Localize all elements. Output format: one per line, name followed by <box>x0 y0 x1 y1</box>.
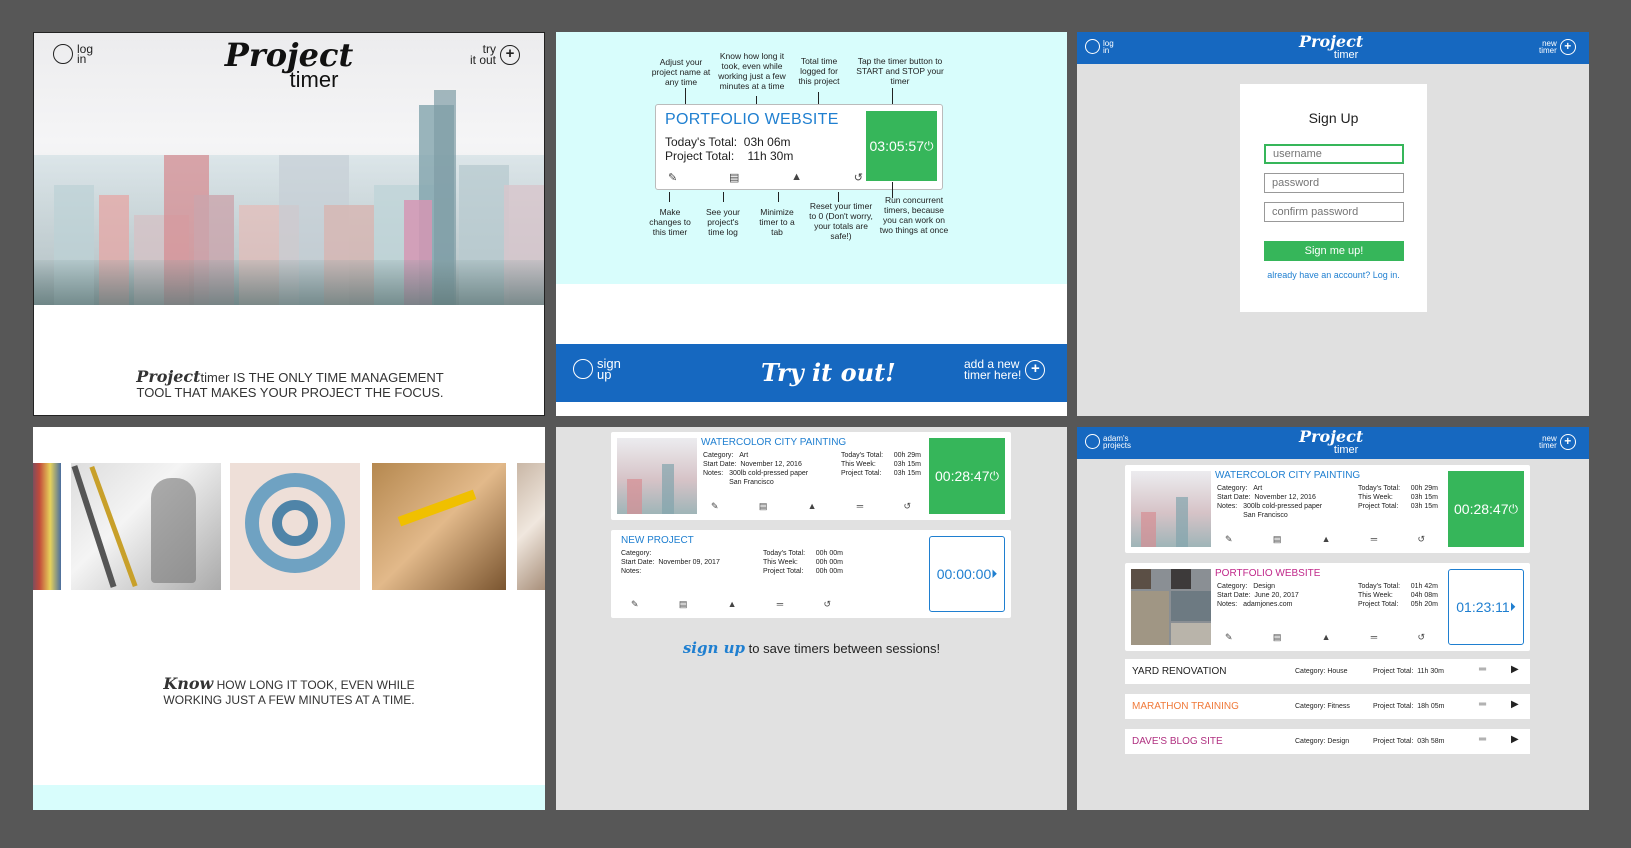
signup-prompt: sign up to save timers between sessions! <box>682 639 941 657</box>
watercolor-thumbnail <box>1131 471 1211 547</box>
stopwatch-icon <box>1085 434 1100 449</box>
project-name[interactable]: WATERCOLOR CITY PAINTING <box>1215 470 1360 481</box>
edit-icon[interactable]: ✎ <box>1225 534 1233 545</box>
signup-form: Sign Up Sign me up! already have an acco… <box>1240 84 1427 312</box>
reset-icon[interactable]: ↺ <box>1417 632 1425 643</box>
drag-handle-icon[interactable]: ═ <box>1479 664 1486 675</box>
plus-icon: + <box>500 45 521 65</box>
reset-icon[interactable]: ↺ <box>1417 534 1425 545</box>
sign-up-button[interactable]: sign up <box>573 357 621 381</box>
drag-handle-icon[interactable]: ═ <box>1371 534 1377 545</box>
password-field[interactable] <box>1264 173 1404 193</box>
login-button[interactable]: log in <box>1085 39 1114 54</box>
timer-card-new-project: NEW PROJECT Category: Start Date: Novemb… <box>611 530 1011 618</box>
bottom-bar: sign up Try it out! add a new timer here… <box>556 344 1067 402</box>
log-icon[interactable]: ▤ <box>679 599 688 610</box>
sign-up-link[interactable]: sign up <box>683 639 745 657</box>
collapsed-timer-dave[interactable]: DAVE'S BLOG SITE Category: Design Projec… <box>1125 729 1530 754</box>
watercolor-thumbnail <box>617 438 697 514</box>
app-header: log in Project timer new timer + <box>1077 32 1589 64</box>
log-icon[interactable]: ▤ <box>759 501 768 512</box>
app-logo: Project timer <box>1299 32 1364 61</box>
minimize-icon[interactable]: ▲ <box>728 599 737 610</box>
partial-image[interactable] <box>517 463 545 590</box>
tutorial-panel: Adjust your project name at any time Kno… <box>556 32 1067 416</box>
new-timer-button[interactable]: new timer + <box>1539 39 1576 55</box>
log-icon[interactable]: ▤ <box>729 171 739 184</box>
pen-drawing-image[interactable] <box>71 463 221 590</box>
timer-button[interactable]: 00:28:47 ⏻ <box>1448 471 1524 547</box>
tagline: Projecttimer IS THE ONLY TIME MANAGEMENT… <box>136 367 444 401</box>
landing-panel: log in Project timer try it out + Projec… <box>33 32 545 416</box>
collapsed-timer-yard[interactable]: YARD RENOVATION Category: House Project … <box>1125 659 1530 684</box>
minimize-icon[interactable]: ▲ <box>808 501 817 512</box>
snake-watercolor-image[interactable] <box>230 463 360 590</box>
reset-icon[interactable]: ↺ <box>903 501 911 512</box>
timer-button[interactable]: 00:00:00 ⏵ <box>929 536 1005 612</box>
login-button[interactable]: log in <box>53 43 93 65</box>
edit-icon[interactable]: ✎ <box>711 501 719 512</box>
username-field[interactable] <box>1264 144 1404 164</box>
timer-button[interactable]: 00:28:47 ⏻ <box>929 438 1005 514</box>
confirm-password-field[interactable] <box>1264 202 1404 222</box>
plus-icon: + <box>1559 434 1576 450</box>
timer-card-watercolor: WATERCOLOR CITY PAINTING Category: Art S… <box>1125 465 1530 553</box>
login-link[interactable]: already have an account? Log in. <box>1240 270 1427 280</box>
project-name[interactable]: NEW PROJECT <box>621 535 694 546</box>
sign-up-submit-button[interactable]: Sign me up! <box>1264 241 1404 261</box>
minimize-icon[interactable]: ▲ <box>791 171 802 184</box>
project-name[interactable]: PORTFOLIO WEBSITE <box>1215 568 1320 579</box>
expand-icon[interactable]: ▶ <box>1511 734 1519 745</box>
signup-panel: log in Project timer new timer + Sign Up… <box>1077 32 1589 416</box>
app-header: adam's projects Project timer new timer … <box>1077 427 1589 459</box>
app-logo: Project timer <box>1299 427 1364 456</box>
drag-handle-icon[interactable]: ═ <box>1371 632 1377 643</box>
project-name[interactable]: WATERCOLOR CITY PAINTING <box>701 437 846 448</box>
new-timer-button[interactable]: new timer + <box>1539 434 1576 450</box>
start-stop-timer-button[interactable]: 03:05:57 ⏻ <box>866 111 937 181</box>
expand-icon[interactable]: ▶ <box>1511 699 1519 710</box>
collapsed-timer-marathon[interactable]: MARATHON TRAINING Category: Fitness Proj… <box>1125 694 1530 719</box>
stopwatch-icon <box>53 44 73 64</box>
timer-button[interactable]: 01:23:11 ⏵ <box>1448 569 1524 645</box>
user-projects-button[interactable]: adam's projects <box>1085 434 1131 449</box>
feature-caption: Know HOW LONG IT TOOK, EVEN WHILE WORKIN… <box>163 674 415 708</box>
edit-icon[interactable]: ✎ <box>631 599 639 610</box>
app-logo: Project timer <box>224 36 354 92</box>
stopwatch-icon <box>573 359 593 379</box>
log-icon[interactable]: ▤ <box>1273 632 1282 643</box>
log-icon[interactable]: ▤ <box>1273 534 1282 545</box>
expand-icon[interactable]: ▶ <box>1511 664 1519 675</box>
drag-handle-icon[interactable]: ═ <box>1479 699 1486 710</box>
woodworking-image[interactable] <box>372 463 506 590</box>
minimize-icon[interactable]: ▲ <box>1322 632 1331 643</box>
stopwatch-icon <box>1085 39 1100 54</box>
paint-cans-image[interactable] <box>33 463 61 590</box>
user-projects-panel: adam's projects Project timer new timer … <box>1077 427 1589 810</box>
reset-icon[interactable]: ↺ <box>854 171 863 184</box>
portfolio-thumbnail <box>1131 569 1211 645</box>
edit-icon[interactable]: ✎ <box>668 171 677 184</box>
timer-card-portfolio: PORTFOLIO WEBSITE Category: Design Start… <box>1125 563 1530 651</box>
drag-handle-icon[interactable]: ═ <box>777 599 783 610</box>
add-timer-button[interactable]: add a new timer here! + <box>964 358 1046 381</box>
image-carousel-panel: Know HOW LONG IT TOOK, EVEN WHILE WORKIN… <box>33 427 545 810</box>
drag-handle-icon[interactable]: ═ <box>1479 734 1486 745</box>
drag-handle-icon[interactable]: ═ <box>857 501 863 512</box>
minimize-icon[interactable]: ▲ <box>1322 534 1331 545</box>
edit-icon[interactable]: ✎ <box>1225 632 1233 643</box>
reset-icon[interactable]: ↺ <box>823 599 831 610</box>
project-name[interactable]: PORTFOLIO WEBSITE <box>665 111 839 129</box>
tutorial-timer-card: PORTFOLIO WEBSITE Today's Total: 03h 06m… <box>655 104 943 190</box>
try-it-out-button[interactable]: try it out + <box>470 43 521 66</box>
plus-icon: + <box>1025 360 1046 380</box>
plus-icon: + <box>1559 39 1576 55</box>
timer-card-watercolor: WATERCOLOR CITY PAINTING Category: Art S… <box>611 432 1011 520</box>
trial-timers-panel: WATERCOLOR CITY PAINTING Category: Art S… <box>556 427 1067 810</box>
